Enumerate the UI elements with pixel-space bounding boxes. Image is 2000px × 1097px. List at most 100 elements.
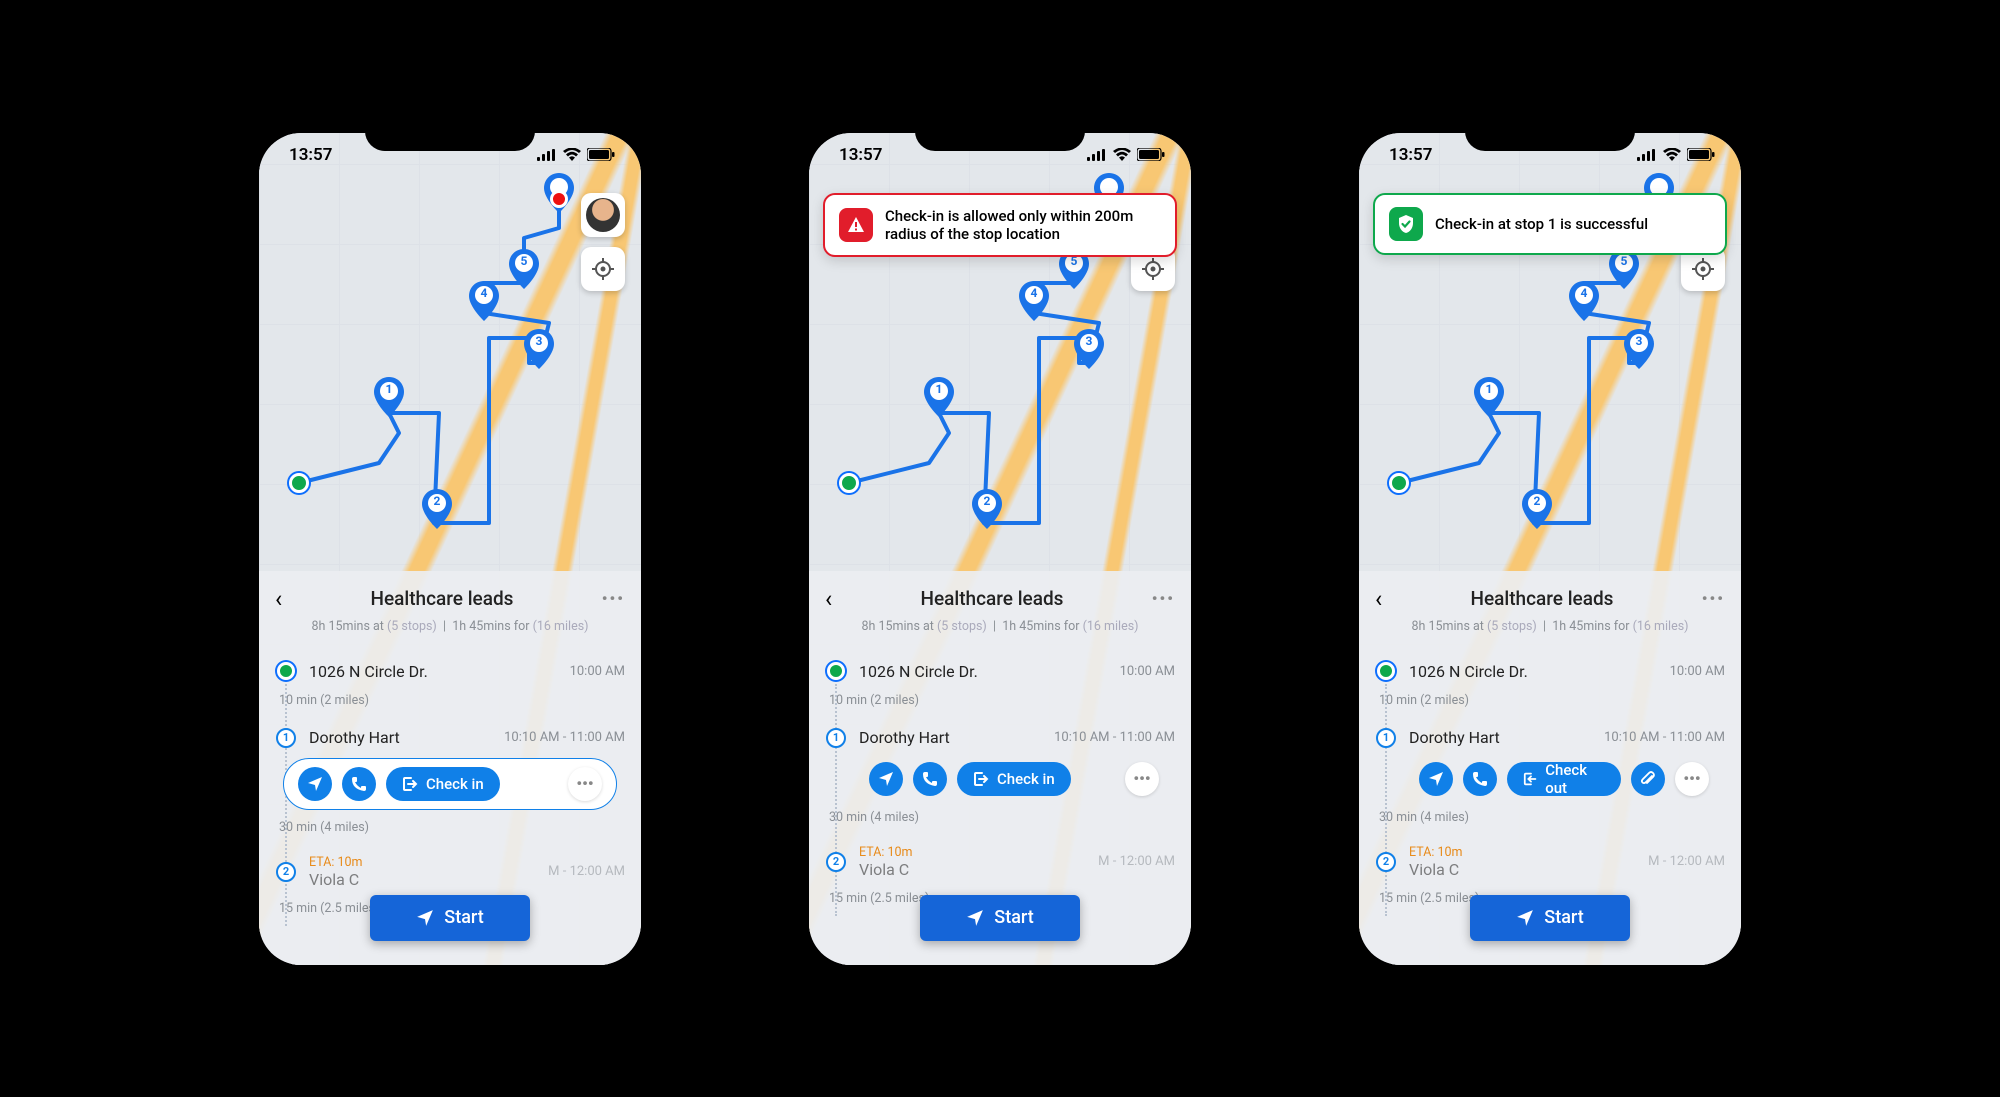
map-pin-4[interactable]: 4: [1019, 281, 1049, 321]
stop-number-icon: 1: [826, 728, 846, 748]
map-pin-5[interactable]: 5: [1609, 249, 1639, 289]
status-icons: [1637, 148, 1715, 161]
phone-success: 13:57 1 2 3 4 5 Chec: [1345, 119, 1755, 979]
stop-name: Dorothy Hart: [859, 728, 1042, 747]
checkin-icon: [973, 771, 989, 787]
stop-time: 10:00 AM: [1120, 664, 1175, 679]
stop-time: M - 12:00 AM: [1098, 854, 1175, 869]
navigate-button[interactable]: [298, 767, 332, 801]
more-actions-button[interactable]: •••: [1125, 762, 1159, 796]
stop-time: 10:10 AM - 11:00 AM: [1604, 730, 1725, 745]
stop-number-icon: 2: [276, 862, 296, 882]
crosshair-icon: [1142, 258, 1164, 280]
battery-icon: [1137, 148, 1165, 161]
route-summary: 8h 15mins at (5 stops) | 1h 45mins for (…: [1359, 617, 1741, 646]
crosshair-icon: [1692, 258, 1714, 280]
map-pin-1[interactable]: 1: [1474, 377, 1504, 417]
locate-button[interactable]: [581, 247, 625, 291]
map-pin-5[interactable]: 5: [509, 249, 539, 289]
phone-icon: [922, 771, 938, 787]
more-header-button[interactable]: •••: [602, 589, 625, 608]
back-button[interactable]: ‹: [825, 585, 832, 613]
origin-dot-icon: [1377, 662, 1395, 680]
stop-number-icon: 1: [276, 728, 296, 748]
map-end-dot: [550, 190, 568, 208]
stop-actions: Check in •••: [825, 754, 1175, 804]
map-pin-2[interactable]: 2: [1522, 489, 1552, 529]
checkin-button[interactable]: Check in: [386, 767, 500, 801]
wifi-icon: [1663, 148, 1681, 161]
origin-dot-icon: [277, 662, 295, 680]
stop-name: Dorothy Hart: [1409, 728, 1592, 747]
more-header-button[interactable]: •••: [1702, 589, 1725, 608]
phone-error: 13:57 1 2 3 4 5 Chec: [795, 119, 1205, 979]
stop-number-icon: 1: [1376, 728, 1396, 748]
battery-icon: [587, 148, 615, 161]
stop-1[interactable]: 1 Dorothy Hart 10:10 AM - 11:00 AM: [1375, 718, 1725, 754]
stop-2[interactable]: 2 ETA: 10m Viola C M - 12:00 AM: [275, 845, 625, 895]
start-label: Start: [994, 907, 1033, 928]
more-header-button[interactable]: •••: [1152, 589, 1175, 608]
toast-message: Check-in is allowed only within 200m rad…: [885, 207, 1161, 243]
navigate-button[interactable]: [1419, 762, 1453, 796]
map-pin-3[interactable]: 3: [1624, 329, 1654, 369]
success-toast: Check-in at stop 1 is successful: [1373, 193, 1727, 255]
stop-name: Viola C: [859, 860, 909, 879]
more-actions-button[interactable]: •••: [568, 767, 602, 801]
start-button[interactable]: Start: [920, 895, 1080, 941]
stop-2[interactable]: 2 ETA: 10m Viola C M - 12:00 AM: [1375, 835, 1725, 885]
stop-number-icon: 2: [826, 852, 846, 872]
stop-eta: ETA: 10m: [309, 855, 536, 870]
screen: 13:57 1 2 3 4 5 Chec: [809, 133, 1191, 965]
back-button[interactable]: ‹: [1375, 585, 1382, 613]
phone-default: 13:57 1 2 3 4 5: [245, 119, 655, 979]
stop-origin[interactable]: 1026 N Circle Dr. 10:00 AM: [1375, 652, 1725, 687]
map-origin-dot: [839, 473, 859, 493]
stop-time: 10:10 AM - 11:00 AM: [1054, 730, 1175, 745]
stop-1[interactable]: 1 Dorothy Hart 10:10 AM - 11:00 AM: [825, 718, 1175, 754]
start-button[interactable]: Start: [1470, 895, 1630, 941]
start-icon: [966, 909, 984, 927]
stop-2[interactable]: 2 ETA: 10m Viola C M - 12:00 AM: [825, 835, 1175, 885]
stop-time: M - 12:00 AM: [548, 864, 625, 879]
map-pin-1[interactable]: 1: [374, 377, 404, 417]
status-icons: [537, 148, 615, 161]
attachment-button[interactable]: [1631, 762, 1665, 796]
navigate-button[interactable]: [869, 762, 903, 796]
map-pin-2[interactable]: 2: [422, 489, 452, 529]
checkin-label: Check in: [997, 770, 1055, 788]
call-button[interactable]: [913, 762, 947, 796]
navigate-icon: [878, 771, 894, 787]
screen: 13:57 1 2 3 4 5: [259, 133, 641, 965]
map-pin-1[interactable]: 1: [924, 377, 954, 417]
stops-list: 1026 N Circle Dr. 10:00 AM 10 min (2 mil…: [1359, 646, 1741, 916]
origin-dot-icon: [827, 662, 845, 680]
profile-button[interactable]: [581, 193, 625, 237]
map-pin-4[interactable]: 4: [469, 281, 499, 321]
stop-1[interactable]: 1 Dorothy Hart 10:10 AM - 11:00 AM: [275, 718, 625, 754]
stop-origin[interactable]: 1026 N Circle Dr. 10:00 AM: [825, 652, 1175, 687]
navigate-icon: [1428, 771, 1444, 787]
map-pin-4[interactable]: 4: [1569, 281, 1599, 321]
map-pin-3[interactable]: 3: [524, 329, 554, 369]
route-title: Healthcare leads: [292, 587, 592, 610]
more-actions-button[interactable]: •••: [1675, 762, 1709, 796]
notch: [1465, 119, 1635, 151]
stop-origin[interactable]: 1026 N Circle Dr. 10:00 AM: [275, 652, 625, 687]
back-button[interactable]: ‹: [275, 585, 282, 613]
status-time: 13:57: [289, 145, 332, 165]
map-pin-2[interactable]: 2: [972, 489, 1002, 529]
start-button[interactable]: Start: [370, 895, 530, 941]
stop-time: 10:00 AM: [1670, 664, 1725, 679]
call-button[interactable]: [1463, 762, 1497, 796]
map-pin-3[interactable]: 3: [1074, 329, 1104, 369]
signal-icon: [1087, 149, 1107, 161]
stop-name: Viola C: [1409, 860, 1459, 879]
error-toast: Check-in is allowed only within 200m rad…: [823, 193, 1177, 257]
wifi-icon: [1113, 148, 1131, 161]
checkin-button[interactable]: Check in: [957, 762, 1071, 796]
start-icon: [416, 909, 434, 927]
stop-name: 1026 N Circle Dr.: [1409, 662, 1658, 681]
checkout-button[interactable]: Check out: [1507, 762, 1621, 796]
call-button[interactable]: [342, 767, 376, 801]
